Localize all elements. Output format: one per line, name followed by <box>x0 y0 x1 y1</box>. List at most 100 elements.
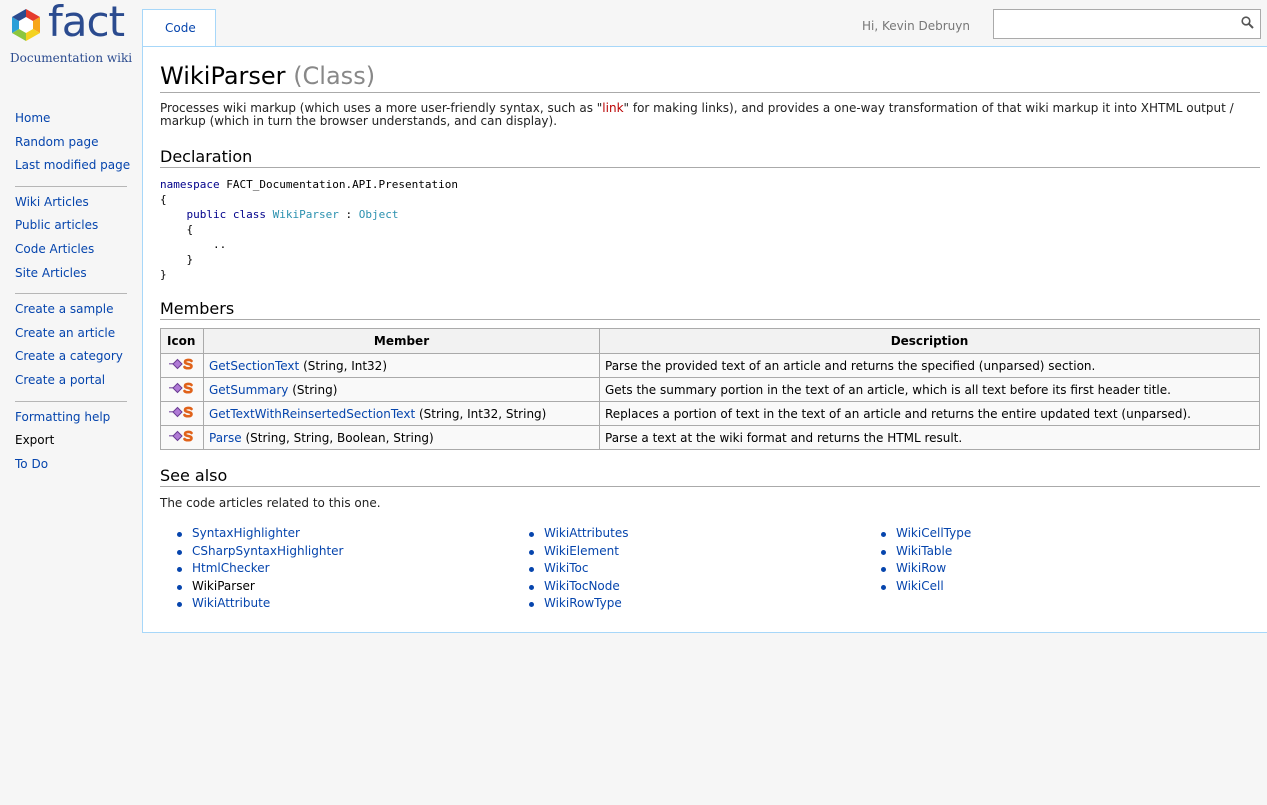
column-header-icon: Icon <box>160 328 204 354</box>
see-also-intro: The code articles related to this one. <box>160 496 381 510</box>
hexagon-logo-icon <box>12 9 40 41</box>
list-item: WikiRowType <box>528 595 628 613</box>
see-also-link[interactable]: HtmlChecker <box>192 561 270 575</box>
code-colon: : <box>345 208 353 221</box>
page-intro: Processes wiki markup (which uses a more… <box>160 102 1255 128</box>
search-input[interactable] <box>996 12 1236 36</box>
code-namespace-name: FACT_Documentation.API.Presentation <box>226 178 459 191</box>
see-also-heading: See also <box>160 466 1260 487</box>
list-item: WikiAttributes <box>528 525 628 543</box>
site-logo[interactable]: fact Documentation wiki <box>8 0 138 66</box>
list-item: WikiElement <box>528 543 628 561</box>
code-namespace-keyword: namespace <box>160 178 220 191</box>
member-params: (String, Int32, String) <box>418 406 547 421</box>
member-params: (String, String, Boolean, String) <box>245 430 434 445</box>
static-method-icon <box>169 406 193 418</box>
sidebar-navigation: Home Random page Last modified page Wiki… <box>15 110 130 480</box>
sidebar-item-formatting-help[interactable]: Formatting help <box>15 409 127 433</box>
see-also-link[interactable]: WikiAttribute <box>192 596 270 610</box>
see-also-link[interactable]: CSharpSyntaxHighlighter <box>192 544 343 558</box>
see-also-link[interactable]: WikiTocNode <box>544 579 620 593</box>
declaration-code: namespace FACT_Documentation.API.Present… <box>160 177 458 282</box>
tab-label: Code <box>165 21 196 35</box>
table-row: GetTextWithReinsertedSectionText (String… <box>160 401 1260 426</box>
sidebar-item-random-page[interactable]: Random page <box>15 134 127 158</box>
sidebar-divider <box>15 400 127 402</box>
search-icon[interactable] <box>1241 16 1254 29</box>
page-title: WikiParser (Class) <box>160 61 1260 93</box>
sidebar-item-site-articles[interactable]: Site Articles <box>15 265 127 289</box>
members-table-body: GetSectionText (String, Int32) Parse the … <box>160 353 1260 450</box>
code-base-class[interactable]: Object <box>359 208 399 221</box>
member-link[interactable]: GetSummary <box>209 383 288 397</box>
list-item: WikiRow <box>880 560 971 578</box>
member-description: Gets the summary portion in the text of … <box>599 377 1260 402</box>
see-also-link[interactable]: WikiElement <box>544 544 619 558</box>
members-table: Icon Member Description GetSectionText (… <box>160 328 1260 450</box>
see-also-link[interactable]: WikiTable <box>896 544 952 558</box>
list-item: WikiParser <box>176 578 343 596</box>
sidebar-item-to-do[interactable]: To Do <box>15 456 127 480</box>
static-method-icon <box>169 430 193 442</box>
list-item: SyntaxHighlighter <box>176 525 343 543</box>
sidebar-item-create-article[interactable]: Create an article <box>15 325 127 349</box>
code-modifiers: public class <box>186 208 266 221</box>
sidebar-item-home[interactable]: Home <box>15 110 127 134</box>
member-params: (String) <box>292 382 338 397</box>
code-inner-close-brace: } <box>186 253 194 266</box>
see-also-link[interactable]: WikiAttributes <box>544 526 628 540</box>
list-item: HtmlChecker <box>176 560 343 578</box>
member-cell: GetTextWithReinsertedSectionText (String… <box>203 401 600 426</box>
code-open-brace: { <box>160 193 167 206</box>
member-description: Parse a text at the wiki format and retu… <box>599 425 1260 450</box>
member-description: Parse the provided text of an article an… <box>599 353 1260 378</box>
intro-link[interactable]: link <box>602 101 623 115</box>
code-inner-open-brace: { <box>186 223 194 236</box>
see-also-link[interactable]: WikiCell <box>896 579 944 593</box>
sidebar-item-last-modified-page[interactable]: Last modified page <box>15 157 130 181</box>
list-item: WikiTable <box>880 543 971 561</box>
member-link[interactable]: GetTextWithReinsertedSectionText <box>209 407 415 421</box>
see-also-link[interactable]: WikiToc <box>544 561 588 575</box>
sidebar-item-code-articles[interactable]: Code Articles <box>15 241 127 265</box>
list-item: WikiTocNode <box>528 578 628 596</box>
see-also-link[interactable]: SyntaxHighlighter <box>192 526 300 540</box>
sidebar-item-wiki-articles[interactable]: Wiki Articles <box>15 194 127 218</box>
page-title-name: WikiParser <box>160 62 286 90</box>
see-also-column: SyntaxHighlighter CSharpSyntaxHighlighter… <box>176 525 343 613</box>
member-link[interactable]: GetSectionText <box>209 359 299 373</box>
code-close-brace: } <box>160 268 167 281</box>
static-method-icon-cell <box>160 377 204 402</box>
table-row: GetSectionText (String, Int32) Parse the … <box>160 353 1260 378</box>
static-method-icon-cell <box>160 353 204 378</box>
static-method-icon-cell <box>160 401 204 426</box>
sidebar-item-export[interactable]: Export <box>15 432 127 456</box>
list-item: WikiCellType <box>880 525 971 543</box>
user-greeting[interactable]: Hi, Kevin Debruyn <box>862 19 970 33</box>
logo-wordmark: fact <box>48 0 125 46</box>
list-item: CSharpSyntaxHighlighter <box>176 543 343 561</box>
column-header-member: Member <box>203 328 600 354</box>
sidebar-item-public-articles[interactable]: Public articles <box>15 217 127 241</box>
sidebar-item-create-portal[interactable]: Create a portal <box>15 372 127 396</box>
member-description: Replaces a portion of text in the text o… <box>599 401 1260 426</box>
see-also-column: WikiCellType WikiTable WikiRow WikiCell <box>880 525 971 595</box>
sidebar-item-create-sample[interactable]: Create a sample <box>15 301 127 325</box>
logo-tagline: Documentation wiki <box>10 51 133 65</box>
page-title-kind: (Class) <box>293 62 376 90</box>
member-link[interactable]: Parse <box>209 431 242 445</box>
sidebar-item-create-category[interactable]: Create a category <box>15 348 127 372</box>
intro-text-before: Processes wiki markup (which uses a more… <box>160 101 603 115</box>
code-class-name[interactable]: WikiParser <box>273 208 339 221</box>
member-params: (String, Int32) <box>303 358 388 373</box>
see-also-link[interactable]: WikiCellType <box>896 526 971 540</box>
see-also-current-page: WikiParser <box>192 578 255 593</box>
see-also-column: WikiAttributes WikiElement WikiToc WikiTocN… <box>528 525 628 613</box>
see-also-link[interactable]: WikiRowType <box>544 596 622 610</box>
static-method-icon-cell <box>160 425 204 450</box>
list-item: WikiCell <box>880 578 971 596</box>
tab-code[interactable]: Code <box>142 9 216 47</box>
see-also-link[interactable]: WikiRow <box>896 561 946 575</box>
member-cell: GetSummary (String) <box>203 377 600 402</box>
sidebar-divider <box>15 293 127 295</box>
